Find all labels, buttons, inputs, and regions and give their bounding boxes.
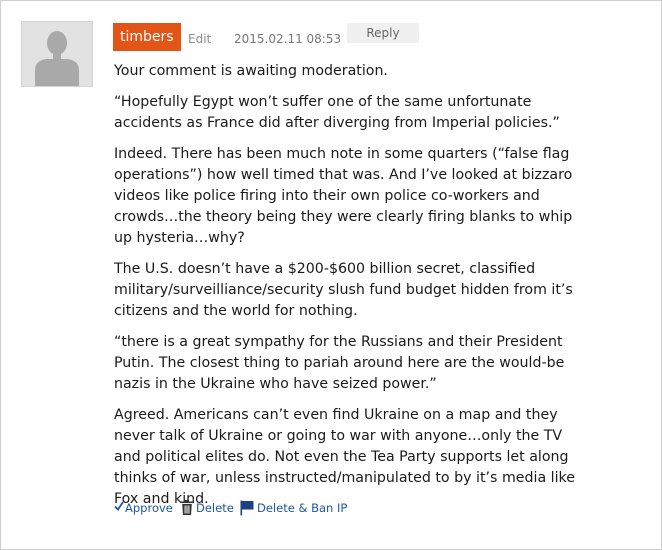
comment-body: Your comment is awaiting moderation. “Ho… <box>114 61 584 520</box>
reply-button[interactable]: Reply <box>347 23 419 43</box>
comment-timestamp: 2015.02.11 08:53 <box>234 32 342 46</box>
moderation-notice: Your comment is awaiting moderation. <box>114 63 388 79</box>
avatar <box>21 21 93 87</box>
author-name-link[interactable]: timbers <box>113 23 181 51</box>
flag-icon <box>240 500 254 516</box>
default-user-silhouette-icon <box>22 22 92 86</box>
delete-label: Delete <box>196 501 234 515</box>
comment-paragraph: Agreed. Americans can’t even find Ukrain… <box>114 407 575 507</box>
comment-paragraph: The U.S. doesn’t have a $200-$600 billio… <box>114 261 573 319</box>
approve-label: Approve <box>125 501 173 515</box>
comment-paragraph: “Hopefully Egypt won’t suffer one of the… <box>114 94 560 131</box>
comment-paragraph: Indeed. There has been much note in some… <box>114 146 573 246</box>
trash-icon <box>181 500 193 515</box>
comment-meta: timbers Edit 2015.02.11 08:53 Reply <box>113 23 653 53</box>
comment-paragraph: “there is a great sympathy for the Russi… <box>114 334 565 392</box>
edit-link[interactable]: Edit <box>188 23 211 55</box>
delete-ban-ip-label: Delete & Ban IP <box>257 501 348 515</box>
comment-card: timbers Edit 2015.02.11 08:53 Reply Your… <box>0 0 662 550</box>
checkmark-icon <box>114 501 124 511</box>
